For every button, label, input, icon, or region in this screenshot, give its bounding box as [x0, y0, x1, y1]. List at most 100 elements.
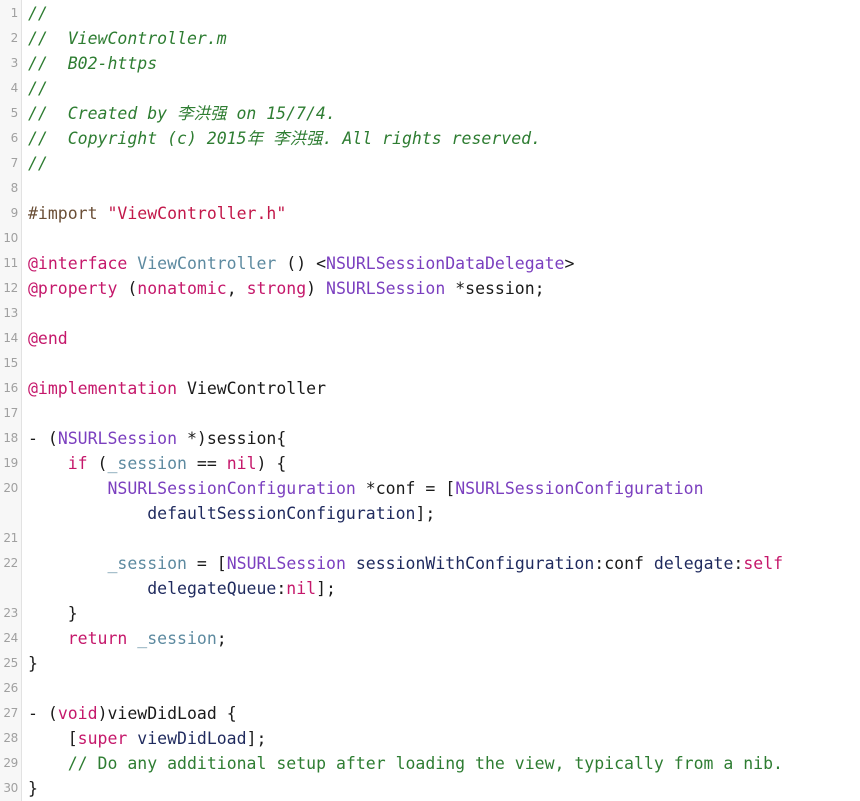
code-line[interactable]: - (void)viewDidLoad {	[28, 701, 860, 726]
code-line[interactable]	[28, 301, 860, 326]
code-token: _session	[107, 554, 187, 573]
line-number-continuation[interactable]	[0, 576, 21, 601]
code-line[interactable]	[28, 351, 860, 376]
code-content-area[interactable]: // // ViewController.m // B02-https // // Cr…	[22, 0, 860, 801]
code-line[interactable]: //	[28, 1, 860, 26]
code-token: if	[67, 454, 88, 473]
line-number[interactable]: 7	[0, 151, 21, 176]
line-number[interactable]: 4	[0, 76, 21, 101]
code-token: _session	[107, 454, 187, 473]
line-number[interactable]: 16	[0, 376, 21, 401]
code-line[interactable]: delegateQueue:nil];	[28, 576, 860, 601]
code-token: NSURLSession	[326, 279, 446, 298]
code-line[interactable]: NSURLSessionConfiguration *conf = [NSURL…	[28, 476, 860, 501]
code-line[interactable]: defaultSessionConfiguration];	[28, 501, 860, 526]
code-token: "ViewController.h"	[107, 204, 287, 223]
code-token: }	[28, 604, 78, 623]
code-token: @end	[28, 329, 68, 348]
code-line[interactable]: [super viewDidLoad];	[28, 726, 860, 751]
line-number[interactable]: 24	[0, 626, 21, 651]
line-number[interactable]: 19	[0, 451, 21, 476]
code-token: ) {	[256, 454, 287, 473]
code-line[interactable]: @property (nonatomic, strong) NSURLSessi…	[28, 276, 860, 301]
line-number[interactable]: 9	[0, 201, 21, 226]
code-line[interactable]	[28, 401, 860, 426]
code-token: ==	[186, 454, 227, 473]
code-token: NSURLSessionConfiguration	[107, 479, 356, 498]
line-number[interactable]: 3	[0, 51, 21, 76]
line-number[interactable]: 23	[0, 601, 21, 626]
code-line[interactable]: @implementation ViewController	[28, 376, 860, 401]
line-number[interactable]: 13	[0, 301, 21, 326]
code-editor[interactable]: 1 2 3 4 5 6 7 8 9 10 11 12 13 14 15 16 17 18 19 20 21 22 23 24 2…	[0, 0, 860, 801]
code-line[interactable]: _session = [NSURLSession sessionWithConf…	[28, 551, 860, 576]
code-token: viewDidLoad	[137, 729, 247, 748]
line-number[interactable]: 6	[0, 126, 21, 151]
code-line[interactable]: //	[28, 151, 860, 176]
code-line[interactable]	[28, 176, 860, 201]
line-number[interactable]: 25	[0, 651, 21, 676]
code-line[interactable]: // B02-https	[28, 51, 860, 76]
code-line[interactable]: if (_session == nil) {	[28, 451, 860, 476]
code-line[interactable]	[28, 226, 860, 251]
line-number[interactable]: 27	[0, 701, 21, 726]
line-number[interactable]: 11	[0, 251, 21, 276]
code-line[interactable]: // ViewController.m	[28, 26, 860, 51]
code-token: return	[67, 629, 128, 648]
line-number[interactable]: 22	[0, 551, 21, 576]
line-number-continuation[interactable]	[0, 501, 21, 526]
code-line[interactable]: @interface ViewController () <NSURLSessi…	[28, 251, 860, 276]
code-line[interactable]: }	[28, 651, 860, 676]
line-number[interactable]: 1	[0, 1, 21, 26]
code-line[interactable]: return _session;	[28, 626, 860, 651]
line-number[interactable]: 8	[0, 176, 21, 201]
line-number[interactable]: 30	[0, 776, 21, 801]
code-token: = [	[186, 554, 227, 573]
code-line[interactable]: }	[28, 776, 860, 801]
code-line[interactable]: }	[28, 601, 860, 626]
code-line[interactable]	[28, 676, 860, 701]
code-line[interactable]	[28, 526, 860, 551]
line-number[interactable]: 20	[0, 476, 21, 501]
code-line[interactable]: #import "ViewController.h"	[28, 201, 860, 226]
code-token: sessionWithConfiguration	[355, 554, 595, 573]
code-token: *)session{	[177, 429, 287, 448]
code-line[interactable]: - (NSURLSession *)session{	[28, 426, 860, 451]
code-line[interactable]: @end	[28, 326, 860, 351]
line-number[interactable]: 17	[0, 401, 21, 426]
code-token: [	[28, 729, 78, 748]
line-number[interactable]: 18	[0, 426, 21, 451]
line-number[interactable]: 10	[0, 226, 21, 251]
code-line[interactable]: // Do any additional setup after loading…	[28, 751, 860, 776]
code-token: ViewController	[137, 254, 277, 273]
code-line[interactable]: // Created by 李洪强 on 15/7/4.	[28, 101, 860, 126]
line-number[interactable]: 2	[0, 26, 21, 51]
code-token: }	[28, 654, 38, 673]
line-number[interactable]: 26	[0, 676, 21, 701]
line-number[interactable]: 28	[0, 726, 21, 751]
code-token: self	[743, 554, 784, 573]
code-token: *conf = [	[355, 479, 456, 498]
code-line[interactable]: //	[28, 76, 860, 101]
code-token: :	[276, 579, 287, 598]
code-line[interactable]: // Copyright (c) 2015年 李洪强. All rights r…	[28, 126, 860, 151]
line-number[interactable]: 12	[0, 276, 21, 301]
line-number[interactable]: 21	[0, 526, 21, 551]
code-token: }	[28, 779, 38, 798]
code-token: @property	[28, 279, 118, 298]
line-number[interactable]: 29	[0, 751, 21, 776]
line-number[interactable]: 15	[0, 351, 21, 376]
code-token: // ViewController.m	[28, 29, 227, 48]
line-number-gutter[interactable]: 1 2 3 4 5 6 7 8 9 10 11 12 13 14 15 16 17 18 19 20 21 22 23 24 2…	[0, 0, 22, 801]
code-token: *session;	[445, 279, 545, 298]
line-number[interactable]: 5	[0, 101, 21, 126]
line-number[interactable]: 14	[0, 326, 21, 351]
code-token: ViewController	[177, 379, 327, 398]
code-token: //	[28, 4, 48, 23]
